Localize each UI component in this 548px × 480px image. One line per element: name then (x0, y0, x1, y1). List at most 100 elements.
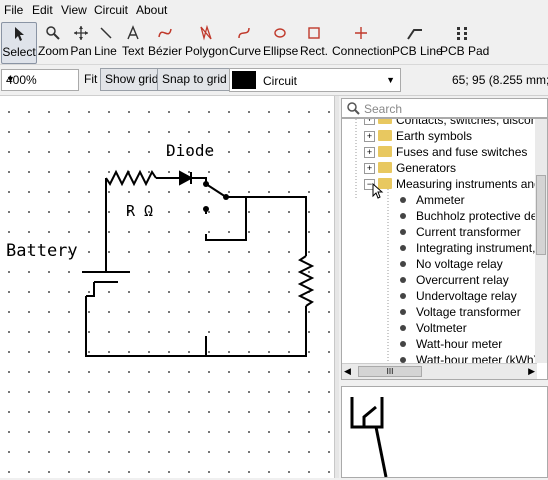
expand-plus-icon[interactable]: + (364, 131, 375, 142)
folder-icon (378, 146, 392, 157)
bullet-icon (400, 277, 406, 283)
ellipse-icon (263, 22, 297, 44)
symbol-tree[interactable]: + Contacts, switches, disconn + Earth sy… (341, 118, 548, 380)
bullet-icon (400, 229, 406, 235)
bullet-icon (400, 245, 406, 251)
rectangle-icon (299, 22, 329, 44)
battery-label: Battery (6, 241, 78, 261)
right-resistor (297, 255, 315, 307)
expand-plus-icon[interactable]: + (364, 119, 375, 125)
switch-right-wire (226, 196, 247, 234)
text-tool-button[interactable]: Text (119, 22, 147, 62)
chevron-down-icon: ▼ (6, 74, 15, 84)
symbol-label: Undervoltage relay (416, 289, 517, 303)
pcb-pad-tool-label: PCB Pad (440, 44, 490, 58)
bezier-icon (148, 22, 182, 44)
curve-icon (229, 22, 261, 44)
options-bar: 400% ▼ Fit Show grid Snap to grid Circui… (0, 65, 548, 96)
magnifier-icon (38, 22, 68, 44)
bezier-tool-button[interactable]: Bézier (148, 22, 182, 62)
layer-color-swatch (232, 71, 256, 89)
switch-pivot-dot (203, 181, 209, 187)
preview-switch-symbol (350, 397, 388, 478)
connection-tool-button[interactable]: Connection (332, 22, 393, 62)
pcb-pad-icon (440, 22, 484, 44)
pan-tool-label: Pan (70, 44, 92, 58)
line-tool-button[interactable]: Line (93, 22, 118, 62)
switch-lower-dot (203, 206, 209, 212)
text-a-icon (119, 22, 147, 44)
menu-bar: File Edit View Circuit About (0, 0, 548, 20)
curve-tool-button[interactable]: Curve (229, 22, 261, 62)
cross-connection-icon (332, 22, 390, 44)
bullet-icon (400, 261, 406, 267)
expand-plus-icon[interactable]: + (364, 147, 375, 158)
symbol-label: Voltage transformer (416, 305, 521, 319)
category-label: Generators (396, 161, 457, 175)
pan-tool-button[interactable]: Pan (69, 22, 93, 62)
bullet-icon (400, 197, 406, 203)
expand-plus-icon[interactable]: + (364, 163, 375, 174)
symbol-label: Watt-hour meter (416, 337, 503, 351)
folder-icon (378, 162, 392, 173)
select-tool-button[interactable]: Select (1, 22, 37, 64)
menu-view[interactable]: View (61, 3, 87, 17)
pcb-pad-tool-button[interactable]: PCB Pad (440, 22, 490, 62)
menu-edit[interactable]: Edit (32, 3, 53, 17)
polygon-tool-button[interactable]: Polygon (185, 22, 229, 62)
toolbar: Select Zoom Pan Line Text Bézier Polygon… (0, 20, 548, 65)
ellipse-tool-label: Ellipse (263, 44, 299, 58)
bullet-icon (400, 293, 406, 299)
symbol-label: Ammeter (416, 193, 465, 207)
bullet-icon (400, 309, 406, 315)
switch-box-lower (205, 234, 247, 241)
arrow-cursor-icon (2, 23, 36, 45)
zoom-select[interactable]: 400% ▼ (1, 69, 79, 91)
fit-button[interactable]: Fit (84, 72, 97, 86)
symbol-preview (341, 386, 548, 478)
snap-to-grid-toggle[interactable]: Snap to grid (157, 68, 232, 91)
menu-circuit[interactable]: Circuit (94, 3, 128, 17)
tree-vertical-scrollbar[interactable] (535, 119, 547, 363)
symbol-label: Integrating instrument, (416, 241, 536, 255)
pcb-line-tool-button[interactable]: PCB Line (392, 22, 443, 62)
rect-tool-button[interactable]: Rect. (299, 22, 329, 62)
resistor-label: R Ω (126, 202, 153, 220)
ellipse-tool-button[interactable]: Ellipse (263, 22, 299, 62)
show-grid-toggle[interactable]: Show grid (100, 68, 164, 91)
folder-icon (378, 130, 392, 141)
text-tool-label: Text (121, 44, 144, 58)
menu-about[interactable]: About (136, 3, 167, 17)
pcb-line-icon (392, 22, 438, 44)
symbol-label: Voltmeter (416, 321, 467, 335)
circuit-drawing: Diode R Ω Battery (6, 141, 315, 357)
scroll-right-icon[interactable]: ▶ (528, 366, 535, 377)
drawing-canvas[interactable]: Diode R Ω Battery (0, 96, 335, 478)
layer-select[interactable]: Circuit ▼ (229, 68, 401, 92)
connection-tool-label: Connection (332, 44, 393, 58)
right-top-wire (246, 196, 307, 256)
select-tool-label: Select (2, 45, 36, 59)
menu-file[interactable]: File (4, 3, 23, 17)
diode-label: Diode (166, 141, 214, 160)
category-label: Earth symbols (396, 129, 473, 143)
tree-horizontal-scrollbar[interactable]: ◀ III ▶ (342, 363, 537, 379)
scroll-left-icon[interactable]: ◀ (344, 366, 351, 377)
bezier-tool-label: Bézier (148, 44, 183, 58)
switch-contact-dot (223, 194, 229, 200)
vertical-scroll-thumb[interactable] (536, 175, 546, 255)
line-icon (93, 22, 118, 44)
library-search-input[interactable]: Search (341, 98, 548, 118)
curve-tool-label: Curve (229, 44, 262, 58)
folder-icon (378, 119, 392, 124)
polygon-tool-label: Polygon (185, 44, 229, 58)
polygon-icon (185, 22, 227, 44)
zoom-tool-button[interactable]: Zoom (38, 22, 69, 62)
symbol-label: No voltage relay (416, 257, 503, 271)
search-icon (346, 101, 360, 118)
category-label: Measuring instruments and m (396, 177, 548, 191)
battery-bottom-wire (86, 282, 95, 297)
zoom-tool-label: Zoom (38, 44, 69, 58)
category-label: Fuses and fuse switches (396, 145, 528, 159)
horizontal-scroll-thumb[interactable]: III (358, 366, 422, 377)
